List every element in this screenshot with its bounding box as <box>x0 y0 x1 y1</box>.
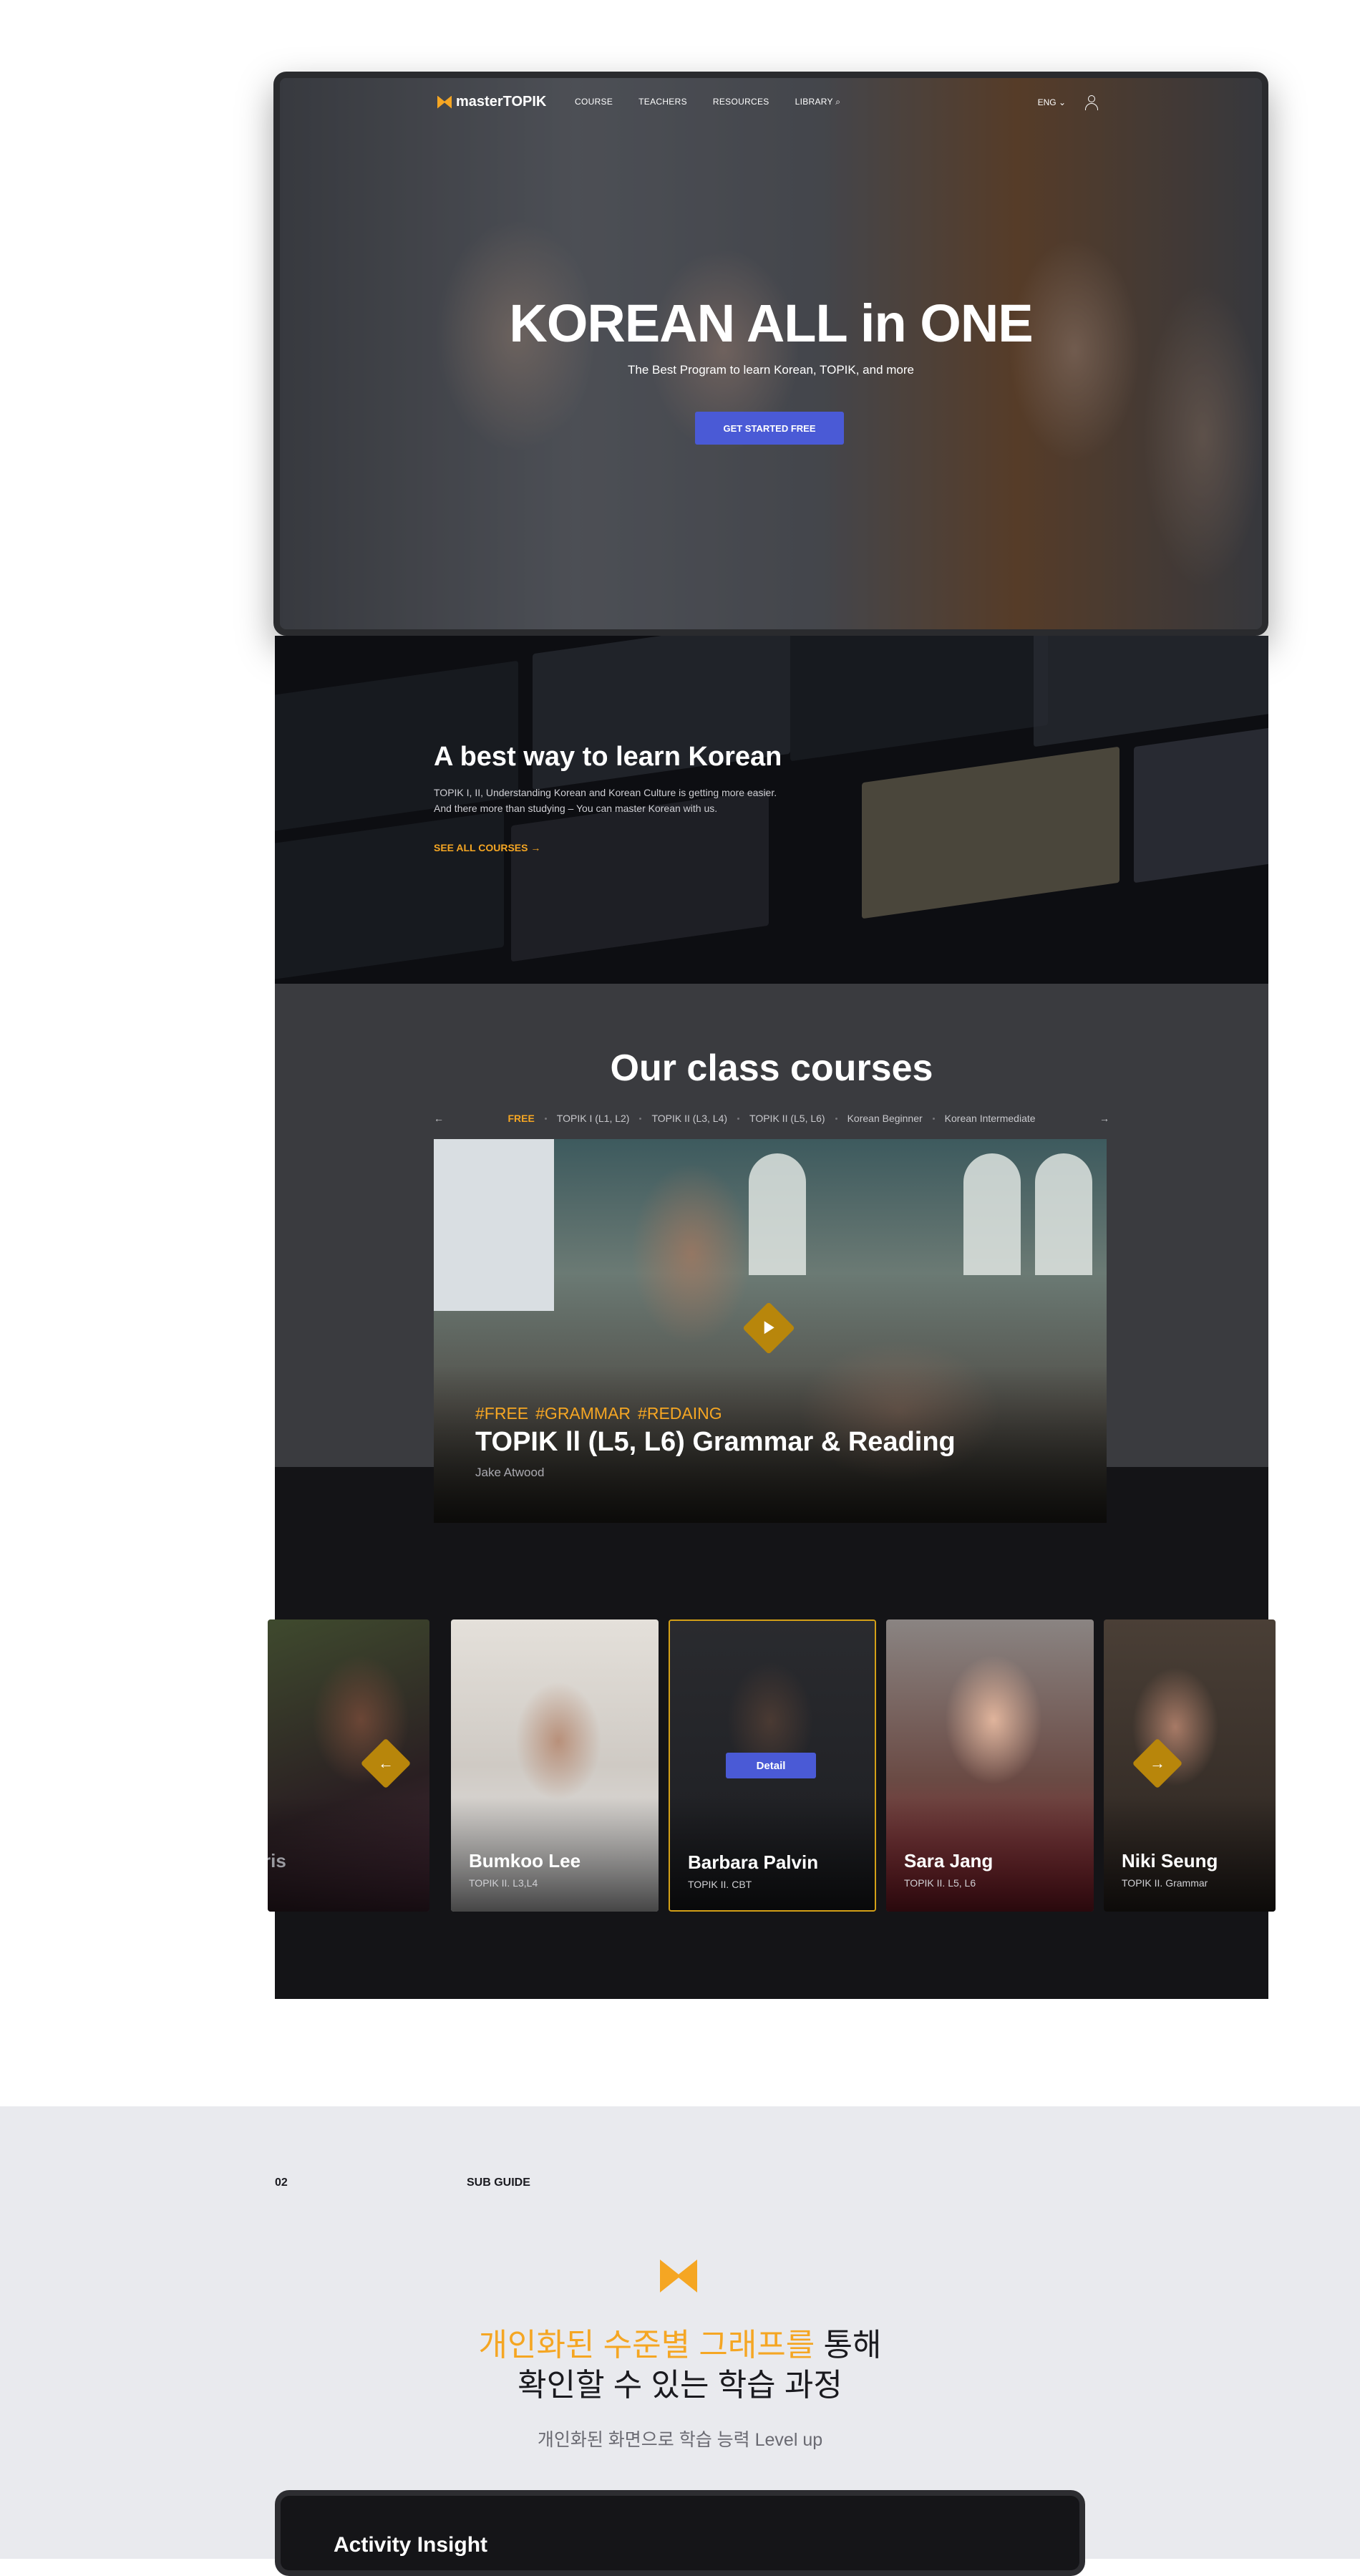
teacher-carousel: ris Bumkoo Lee TOPIK II. L3,L4 Detail Ba… <box>268 1619 1276 1912</box>
device-mockup: Activity Insight <box>275 2490 1085 2576</box>
hero-title: KOREAN ALL in ONE <box>509 294 1033 353</box>
logo[interactable]: masterTOPIK <box>437 94 546 110</box>
teacher-name: Sara Jang <box>904 1850 994 1872</box>
courses-title: Our class courses <box>610 1047 933 1089</box>
detail-button[interactable]: Detail <box>726 1753 816 1778</box>
teacher-card[interactable]: Bumkoo Lee TOPIK II. L3,L4 <box>451 1619 659 1912</box>
top-nav: masterTOPIK COURSE TEACHERS RESOURCES LI… <box>280 94 1262 115</box>
tab-korean-intermediate[interactable]: Korean Intermediate <box>945 1113 1036 1124</box>
nav-link-teachers[interactable]: TEACHERS <box>638 97 687 107</box>
logo-text: masterTOPIK <box>456 94 547 110</box>
teacher-card[interactable]: Sara Jang TOPIK II. L5, L6 <box>886 1619 1094 1912</box>
see-all-courses-link[interactable]: SEE ALL COURSES → <box>434 842 540 853</box>
courses-section: Our class courses ← FREE TOPIK I (L1, L2… <box>268 984 1276 1999</box>
carousel-prev-button[interactable]: ← <box>360 1738 412 1789</box>
tab-free[interactable]: FREE <box>507 1113 534 1124</box>
activity-insight-title: Activity Insight <box>334 2533 488 2557</box>
tab-topik2-l3l4[interactable]: TOPIK II (L3, L4) <box>651 1113 727 1124</box>
section-number: 02 <box>275 2176 288 2189</box>
arrow-right-icon[interactable]: → <box>1099 1113 1109 1124</box>
nav-links: COURSE TEACHERS RESOURCES LIBRARY ⌕ <box>575 97 840 107</box>
nav-link-course[interactable]: COURSE <box>575 97 613 107</box>
teacher-level: TOPIK II. CBT <box>688 1879 752 1890</box>
hero-section: masterTOPIK COURSE TEACHERS RESOURCES LI… <box>273 72 1268 636</box>
brand-logo-icon <box>660 2260 697 2292</box>
tab-topik1-l1l2[interactable]: TOPIK I (L1, L2) <box>557 1113 630 1124</box>
sub-guide-section: 02 SUB GUIDE 개인화된 수준별 그래프를 통해 확인할 수 있는 학… <box>0 2106 1360 2576</box>
arrow-left-icon: ← <box>378 1754 394 1772</box>
play-icon[interactable] <box>742 1302 795 1355</box>
course-tabs: ← FREE TOPIK I (L1, L2) TOPIK II (L3, L4… <box>434 1110 1109 1127</box>
arrow-left-icon[interactable]: ← <box>434 1113 444 1124</box>
tab-korean-beginner[interactable]: Korean Beginner <box>847 1113 923 1124</box>
teacher-name: Barbara Palvin <box>688 1851 819 1873</box>
nav-link-library[interactable]: LIBRARY ⌕ <box>795 97 841 107</box>
teacher-level: TOPIK II. L5, L6 <box>904 1877 976 1889</box>
user-icon[interactable] <box>1084 95 1098 110</box>
teacher-level: TOPIK II. L3,L4 <box>469 1877 538 1889</box>
featured-course-card[interactable]: #FREE #GRAMMAR #REDAING TOPIK ll (L5, L6… <box>434 1139 1107 1523</box>
nav-link-resources[interactable]: RESOURCES <box>713 97 769 107</box>
best-way-section: A best way to learn Korean TOPIK I, II, … <box>275 636 1268 984</box>
section-label: SUB GUIDE <box>467 2176 530 2189</box>
course-tags: #FREE #GRAMMAR #REDAING <box>475 1404 722 1423</box>
best-way-description: TOPIK I, II, Understanding Korean and Ko… <box>434 787 777 814</box>
guide-subtitle: 개인화된 화면으로 학습 능력 Level up <box>537 2430 823 2450</box>
logo-icon <box>437 95 452 109</box>
hero-subtitle: The Best Program to learn Korean, TOPIK,… <box>627 363 914 377</box>
guide-title: 개인화된 수준별 그래프를 통해 확인할 수 있는 학습 과정 <box>478 2328 882 2403</box>
course-author: Jake Atwood <box>475 1466 545 1479</box>
teacher-level: TOPIK II. Grammar <box>1122 1877 1208 1889</box>
teacher-name: Niki Seung <box>1122 1850 1218 1872</box>
carousel-next-button[interactable]: → <box>1132 1738 1183 1789</box>
chevron-down-icon: ⌄ <box>1058 97 1066 107</box>
arrow-right-icon: → <box>530 842 541 853</box>
search-icon: ⌕ <box>835 97 841 107</box>
get-started-button[interactable]: GET STARTED FREE <box>695 412 844 445</box>
language-select[interactable]: ENG ⌄ <box>1038 97 1066 107</box>
teacher-card[interactable]: Niki Seung TOPIK II. Grammar <box>1104 1619 1276 1912</box>
tab-topik2-l5l6[interactable]: TOPIK II (L5, L6) <box>749 1113 825 1124</box>
best-way-title: A best way to learn Korean <box>434 742 782 772</box>
course-title: TOPIK ll (L5, L6) Grammar & Reading <box>475 1427 956 1457</box>
nav-right: ENG ⌄ <box>1038 95 1098 110</box>
teacher-name: Bumkoo Lee <box>469 1850 581 1872</box>
arrow-right-icon: → <box>1150 1754 1165 1772</box>
teacher-card-selected[interactable]: Detail Barbara Palvin TOPIK II. CBT <box>669 1619 876 1912</box>
projector-screen <box>434 1139 554 1311</box>
teacher-name: ris <box>268 1850 286 1872</box>
